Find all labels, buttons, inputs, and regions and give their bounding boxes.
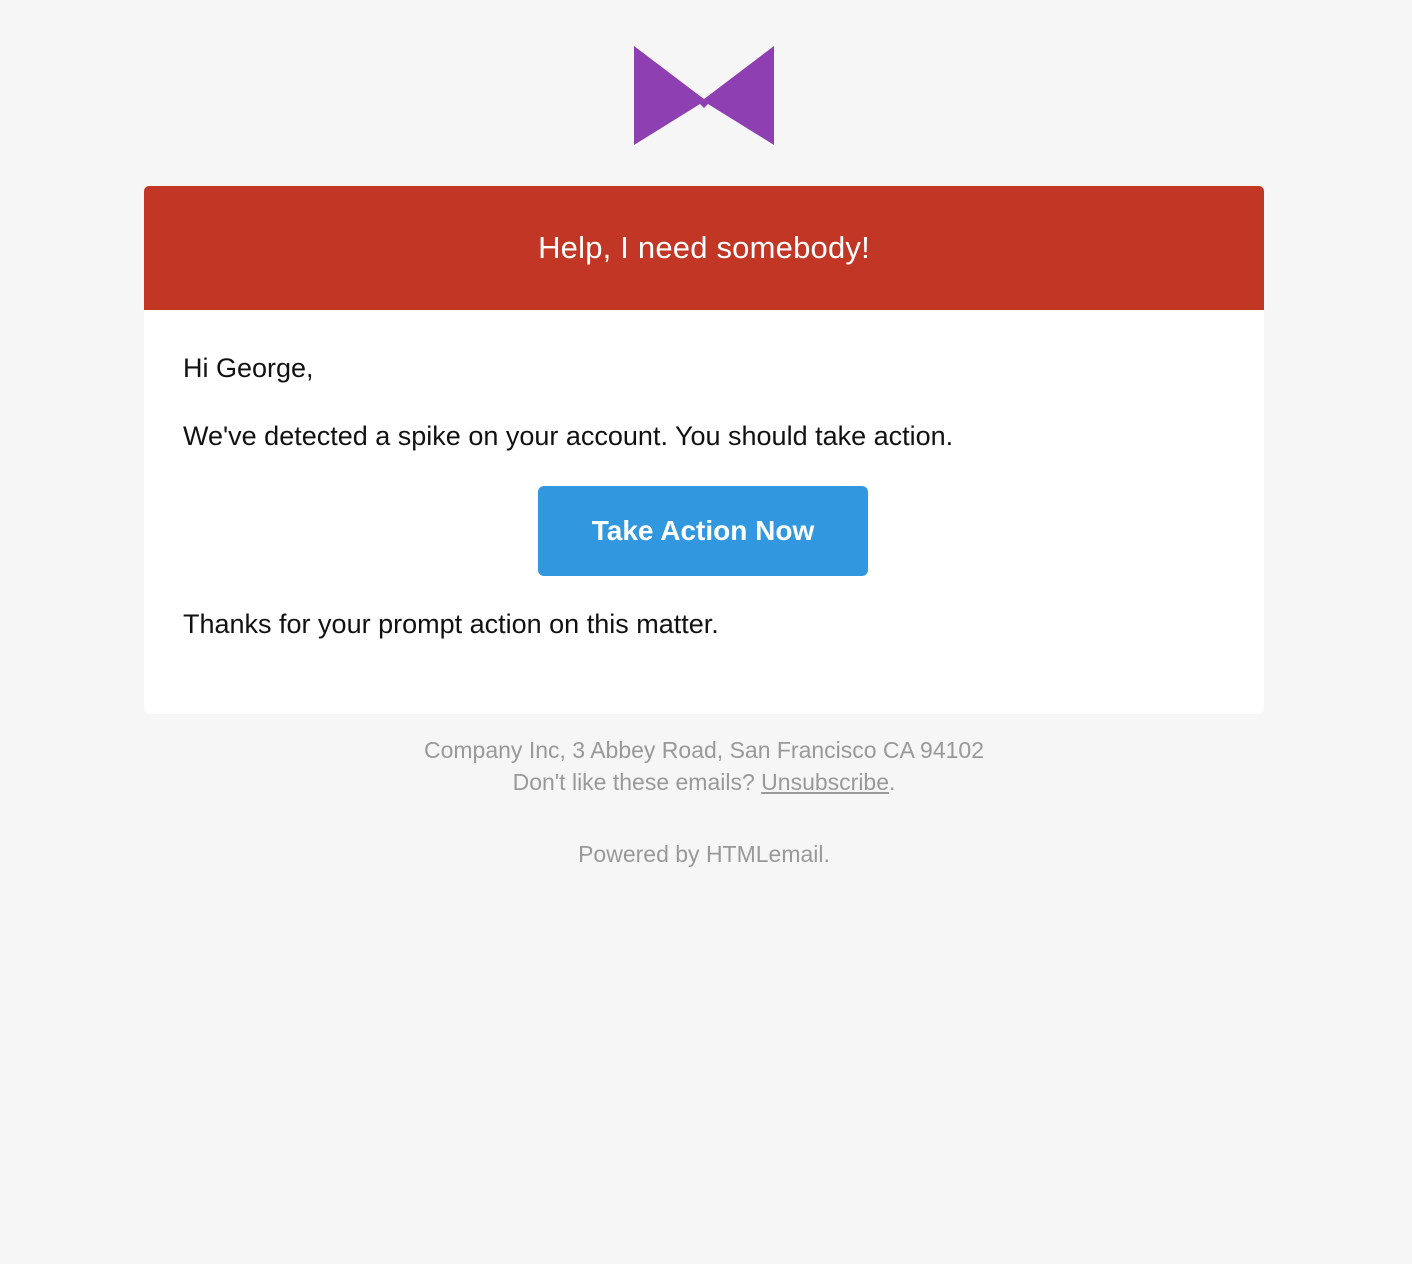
email-card: Help, I need somebody! Hi George, We've … [144, 186, 1264, 714]
take-action-button[interactable]: Take Action Now [538, 486, 868, 576]
unsubscribe-suffix: . [889, 769, 896, 795]
powered-by-prefix: Powered by [578, 841, 706, 867]
alert-banner: Help, I need somebody! [144, 186, 1264, 310]
greeting-text: Hi George, [183, 353, 314, 383]
powered-by-line: Powered by HTMLemail. [144, 843, 1264, 866]
unsubscribe-link[interactable]: Unsubscribe [761, 769, 889, 795]
bowtie-logo-icon [634, 46, 774, 145]
alert-title: Help, I need somebody! [538, 230, 870, 265]
unsubscribe-prefix: Don't like these emails? [512, 769, 762, 795]
powered-by-suffix: . [823, 841, 830, 867]
htmlemail-link[interactable]: HTMLemail [706, 841, 824, 867]
message-text: We've detected a spike on your account. … [183, 421, 954, 451]
company-address: Company Inc, 3 Abbey Road, San Francisco… [424, 737, 984, 763]
closing-text: Thanks for your prompt action on this ma… [183, 609, 719, 639]
unsubscribe-line: Don't like these emails? Unsubscribe. [144, 771, 1264, 794]
take-action-button-label: Take Action Now [591, 515, 815, 546]
